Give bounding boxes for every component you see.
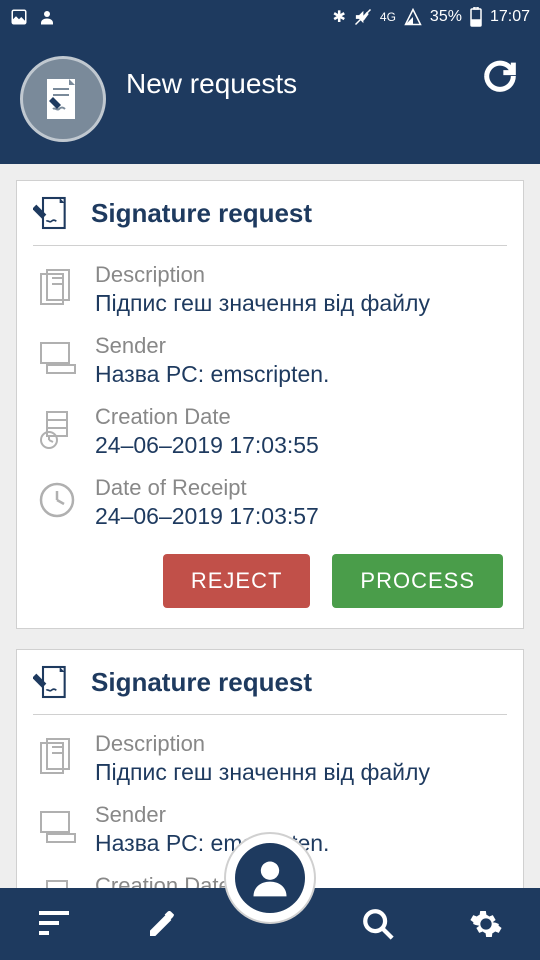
sender-value: Назва PC: emscripten. bbox=[95, 361, 507, 388]
settings-button[interactable] bbox=[432, 907, 540, 941]
description-label: Description bbox=[95, 262, 507, 288]
document-icon bbox=[39, 737, 75, 777]
header-logo-icon bbox=[20, 56, 106, 142]
description-row: Description Підпис геш значення від файл… bbox=[33, 731, 507, 786]
image-icon bbox=[10, 8, 28, 26]
bluetooth-icon: ✱ bbox=[333, 7, 346, 27]
card-title: Signature request bbox=[91, 198, 312, 229]
page-title: New requests bbox=[126, 68, 297, 100]
signature-icon bbox=[33, 662, 73, 702]
sender-row: Sender Назва PC: emscripten. bbox=[33, 333, 507, 388]
card-title: Signature request bbox=[91, 667, 312, 698]
signal-icon bbox=[404, 8, 422, 26]
signature-icon bbox=[33, 193, 73, 233]
status-bar: ✱ 4G 35% 17:07 bbox=[0, 0, 540, 34]
clock-time: 17:07 bbox=[490, 8, 530, 26]
app-header: New requests bbox=[0, 34, 540, 164]
edit-button[interactable] bbox=[108, 908, 216, 940]
receipt-label: Date of Receipt bbox=[95, 475, 507, 501]
document-icon bbox=[39, 268, 75, 308]
request-card: Signature request Description Підпис геш… bbox=[16, 180, 524, 629]
mute-icon bbox=[354, 8, 372, 26]
description-value: Підпис геш значення від файлу bbox=[95, 290, 507, 317]
content-area: Signature request Description Підпис геш… bbox=[0, 164, 540, 888]
battery-percent: 35% bbox=[430, 8, 462, 26]
server-clock-icon bbox=[39, 879, 75, 888]
description-value: Підпис геш значення від файлу bbox=[95, 759, 507, 786]
search-button[interactable] bbox=[324, 907, 432, 941]
description-row: Description Підпис геш значення від файл… bbox=[33, 262, 507, 317]
person-icon bbox=[38, 8, 56, 26]
computer-icon bbox=[37, 808, 77, 844]
computer-icon bbox=[37, 339, 77, 375]
network-type: 4G bbox=[380, 10, 396, 24]
profile-fab[interactable] bbox=[224, 832, 316, 924]
process-button[interactable]: PROCESS bbox=[332, 554, 503, 608]
creation-row: Creation Date 24–06–2019 17:03:55 bbox=[33, 404, 507, 459]
battery-icon bbox=[470, 7, 482, 27]
sort-button[interactable] bbox=[0, 909, 108, 939]
server-clock-icon bbox=[39, 410, 75, 450]
receipt-value: 24–06–2019 17:03:57 bbox=[95, 503, 507, 530]
reject-button[interactable]: REJECT bbox=[163, 554, 311, 608]
creation-label: Creation Date bbox=[95, 404, 507, 430]
refresh-button[interactable] bbox=[480, 56, 520, 96]
sender-label: Sender bbox=[95, 802, 507, 828]
description-label: Description bbox=[95, 731, 507, 757]
clock-icon bbox=[38, 481, 76, 519]
creation-value: 24–06–2019 17:03:55 bbox=[95, 432, 507, 459]
sender-label: Sender bbox=[95, 333, 507, 359]
receipt-row: Date of Receipt 24–06–2019 17:03:57 bbox=[33, 475, 507, 530]
